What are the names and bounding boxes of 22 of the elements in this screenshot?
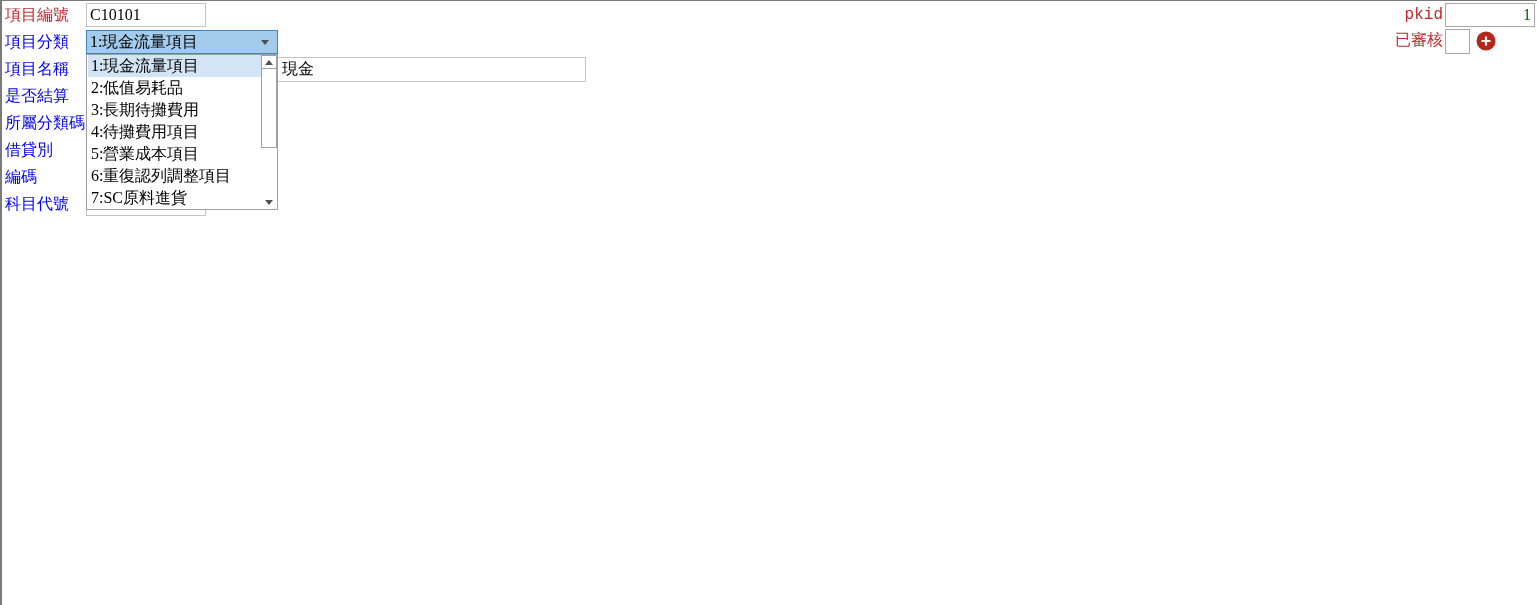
- scrollbar-thumb[interactable]: [261, 68, 277, 148]
- field-label: 科目代號: [5, 194, 70, 214]
- plus-circle-icon[interactable]: [1476, 31, 1496, 51]
- field-label: 借貸別: [5, 140, 54, 160]
- input-field[interactable]: C10101: [86, 3, 206, 27]
- field-label: 是否結算: [5, 86, 70, 106]
- caret-down-icon: [265, 200, 273, 205]
- select-value: 1:現金流量項目: [90, 32, 199, 52]
- caret-down-icon: [261, 39, 269, 45]
- input-field[interactable]: 1: [1445, 3, 1535, 27]
- input-field[interactable]: [1445, 28, 1470, 54]
- field-label: 項目分類: [5, 32, 70, 52]
- dropdown-option[interactable]: 1:現金流量項目: [88, 55, 261, 77]
- field-label: 已審核: [1395, 30, 1443, 52]
- field-label: pkid: [1403, 5, 1443, 26]
- field-label: 項目編號: [5, 5, 70, 25]
- scroll-up-button[interactable]: [261, 55, 277, 68]
- caret-up-icon: [265, 59, 273, 65]
- field-label: 編碼: [5, 167, 38, 187]
- category-select[interactable]: 1:現金流量項目: [86, 30, 278, 54]
- field-label: 所屬分類碼: [5, 113, 86, 133]
- field-label: 項目名稱: [5, 59, 70, 79]
